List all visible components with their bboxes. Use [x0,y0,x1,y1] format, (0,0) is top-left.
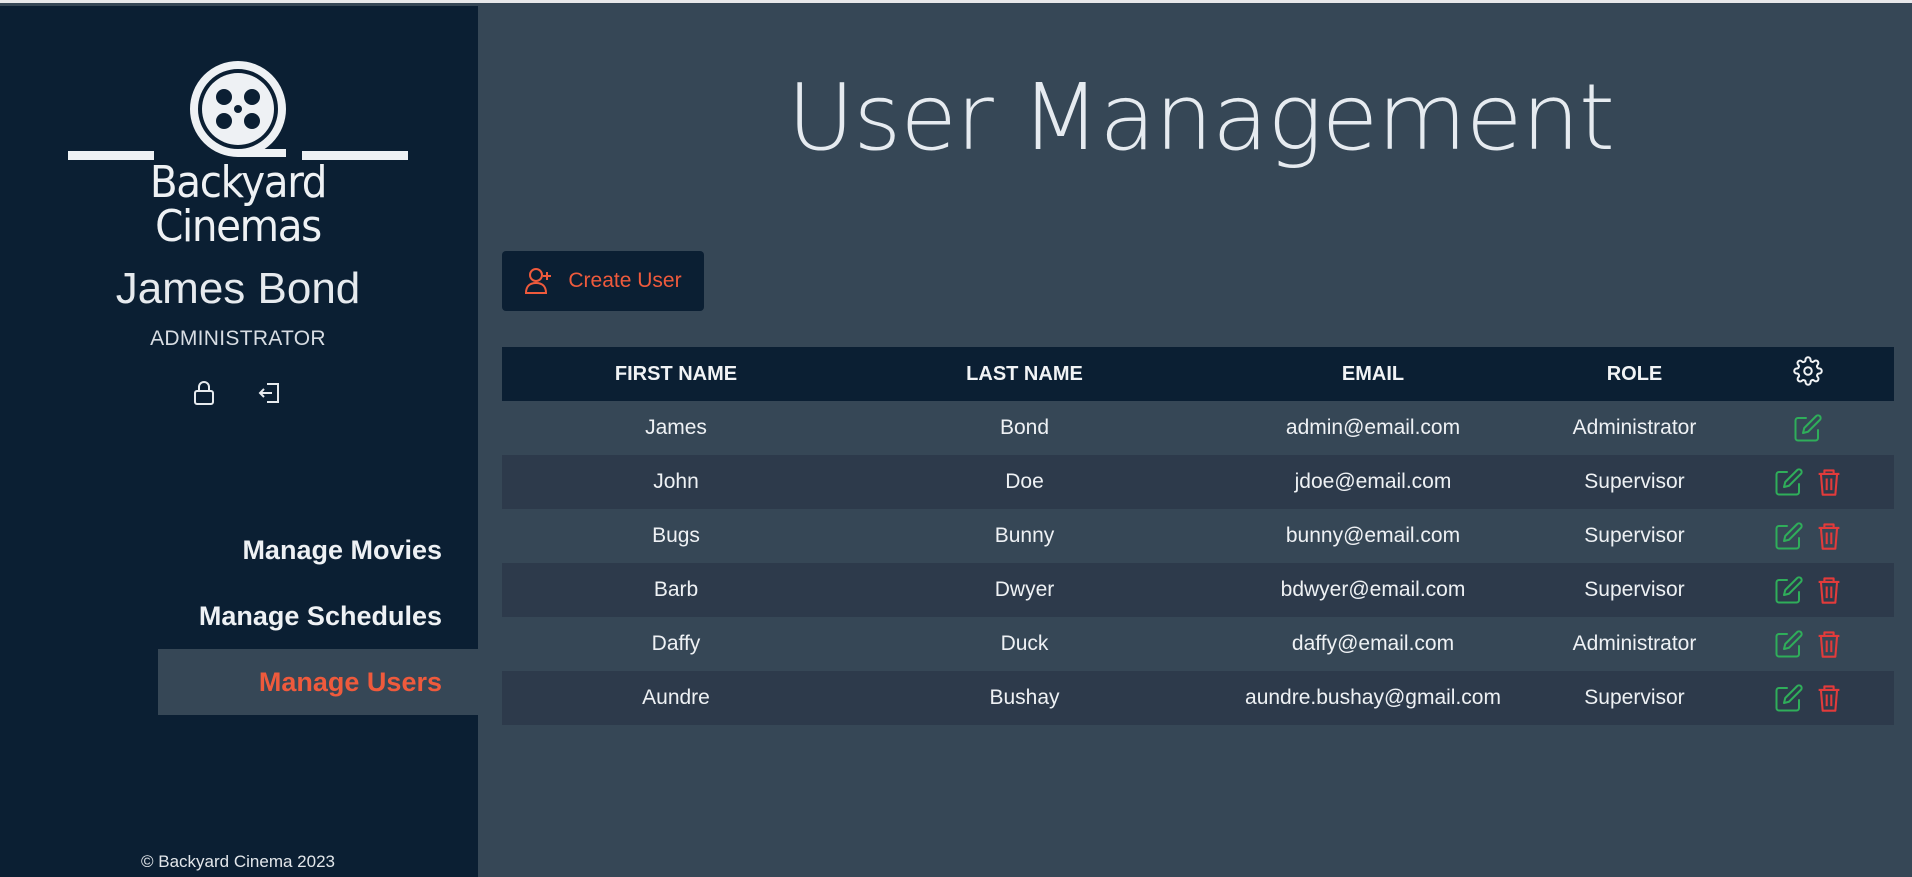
users-table: FIRST NAME LAST NAME EMAIL ROLE James Bo… [502,347,1894,725]
cell-email: jdoe@email.com [1199,455,1547,509]
cell-actions [1722,455,1894,509]
app-window: Backyard Cinemas James Bond ADMINISTRATO… [0,0,1912,877]
header-settings [1722,347,1894,401]
edit-icon[interactable] [1774,575,1804,605]
cell-last-name: Duck [850,617,1199,671]
header-email: EMAIL [1199,347,1547,401]
header-role: ROLE [1547,347,1722,401]
brand-logo: Backyard Cinemas [68,61,408,249]
trash-icon[interactable] [1816,629,1842,659]
sidebar: Backyard Cinemas James Bond ADMINISTRATO… [0,6,478,877]
cell-last-name: Bunny [850,509,1199,563]
create-user-label: Create User [568,269,682,292]
table-row: Barb Dwyer bdwyer@email.com Supervisor [502,563,1894,617]
cell-email: bdwyer@email.com [1199,563,1547,617]
nav-item-manage-movies[interactable]: Manage Movies [158,517,478,583]
sidebar-nav: Manage Movies Manage Schedules Manage Us… [158,517,478,715]
trash-icon[interactable] [1816,467,1842,497]
cell-actions [1722,563,1894,617]
film-reel-icon [68,61,408,160]
table-row: Aundre Bushay aundre.bushay@gmail.com Su… [502,671,1894,725]
table-row: Daffy Duck daffy@email.com Administrator [502,617,1894,671]
cell-email: daffy@email.com [1199,617,1547,671]
cell-first-name: James [502,401,850,455]
cell-email: bunny@email.com [1199,509,1547,563]
brand-name: Backyard Cinemas [149,157,328,252]
cell-first-name: Aundre [502,671,850,725]
gear-icon[interactable] [1793,356,1823,386]
edit-icon[interactable] [1774,683,1804,713]
cell-role: Supervisor [1547,455,1722,509]
row-actions [1722,413,1894,443]
cell-first-name: Bugs [502,509,850,563]
page-title: User Management [787,64,1615,171]
cell-email: admin@email.com [1199,401,1547,455]
edit-icon[interactable] [1774,467,1804,497]
table-header-row: FIRST NAME LAST NAME EMAIL ROLE [502,347,1894,401]
footer-copyright: © Backyard Cinema 2023 [141,852,335,871]
row-actions [1722,467,1894,497]
row-actions [1722,575,1894,605]
trash-icon[interactable] [1816,683,1842,713]
nav-item-manage-schedules[interactable]: Manage Schedules [158,583,478,649]
table-row: John Doe jdoe@email.com Supervisor [502,455,1894,509]
row-actions [1722,521,1894,551]
cell-role: Supervisor [1547,671,1722,725]
create-user-button[interactable]: Create User [502,251,704,311]
cell-last-name: Bushay [850,671,1199,725]
cell-first-name: John [502,455,850,509]
users-table-body: James Bond admin@email.com Administrator… [502,401,1894,725]
cell-actions [1722,617,1894,671]
cell-last-name: Bond [850,401,1199,455]
row-actions [1722,683,1894,713]
cell-actions [1722,509,1894,563]
cell-first-name: Barb [502,563,850,617]
edit-icon[interactable] [1774,521,1804,551]
cell-role: Administrator [1547,401,1722,455]
trash-icon[interactable] [1816,521,1842,551]
logout-icon[interactable] [256,378,284,408]
account-actions [190,378,284,408]
header-last-name: LAST NAME [850,347,1199,401]
trash-icon[interactable] [1816,575,1842,605]
main-content: User Management Create User FIRST NAME L… [478,6,1912,877]
cell-last-name: Doe [850,455,1199,509]
table-row: James Bond admin@email.com Administrator [502,401,1894,455]
edit-icon[interactable] [1793,413,1823,443]
cell-actions [1722,671,1894,725]
edit-icon[interactable] [1774,629,1804,659]
cell-first-name: Daffy [502,617,850,671]
user-name: James Bond [115,264,361,313]
nav-item-manage-users[interactable]: Manage Users [158,649,478,715]
add-user-icon [525,268,552,294]
cell-actions [1722,401,1894,455]
cell-last-name: Dwyer [850,563,1199,617]
table-row: Bugs Bunny bunny@email.com Supervisor [502,509,1894,563]
cell-role: Supervisor [1547,509,1722,563]
cell-role: Supervisor [1547,563,1722,617]
cell-role: Administrator [1547,617,1722,671]
lock-icon[interactable] [190,378,218,408]
cell-email: aundre.bushay@gmail.com [1199,671,1547,725]
user-role: ADMINISTRATOR [150,327,326,350]
header-first-name: FIRST NAME [502,347,850,401]
row-actions [1722,629,1894,659]
